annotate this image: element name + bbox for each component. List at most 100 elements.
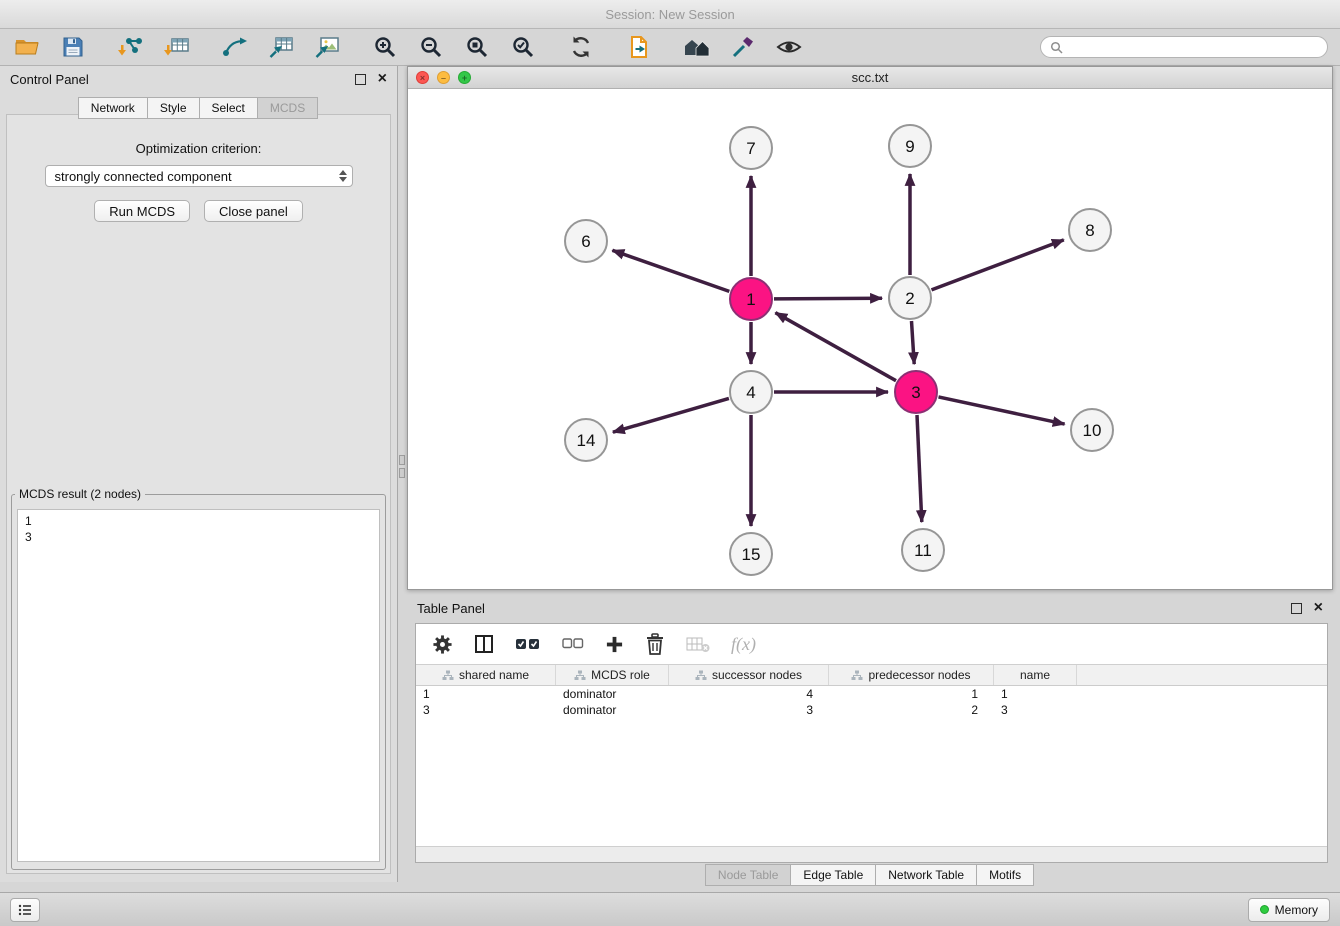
graph-node-2[interactable]: 2 xyxy=(889,277,931,319)
zoom-selected-button[interactable] xyxy=(508,33,538,61)
graph-edge-3-1[interactable] xyxy=(775,313,896,381)
graph-edge-1-2[interactable] xyxy=(774,298,882,299)
cell-shared-name: 1 xyxy=(416,687,556,701)
new-table-icon xyxy=(268,35,294,59)
table-horizontal-scrollbar[interactable] xyxy=(416,846,1327,862)
float-panel-icon[interactable] xyxy=(355,74,366,85)
close-table-panel-icon[interactable]: × xyxy=(1314,600,1323,616)
graph-node-10[interactable]: 10 xyxy=(1071,409,1113,451)
zoom-out-button[interactable] xyxy=(416,33,446,61)
graph-node-7[interactable]: 7 xyxy=(730,127,772,169)
new-network-button[interactable] xyxy=(220,33,250,61)
deselect-all-button[interactable] xyxy=(562,636,584,652)
graph-edge-2-8[interactable] xyxy=(932,240,1064,290)
graph-edge-3-11[interactable] xyxy=(917,415,922,522)
export-image-button[interactable] xyxy=(312,33,342,61)
memory-status-icon xyxy=(1260,905,1269,914)
cell-successor-nodes: 4 xyxy=(669,687,829,701)
graph-edge-1-6[interactable] xyxy=(612,250,729,291)
open-folder-icon xyxy=(14,35,40,59)
minimize-traffic-light-icon[interactable] xyxy=(437,71,450,84)
network-window-title: scc.txt xyxy=(852,70,889,85)
table-settings-button[interactable] xyxy=(432,634,453,655)
svg-text:14: 14 xyxy=(577,431,596,450)
show-columns-button[interactable] xyxy=(474,634,494,654)
save-session-button[interactable] xyxy=(58,33,88,61)
graph-node-8[interactable]: 8 xyxy=(1069,209,1111,251)
search-input[interactable] xyxy=(1069,39,1318,56)
column-header-shared-name[interactable]: shared name xyxy=(416,665,556,685)
table-panel: Table Panel × xyxy=(407,595,1333,886)
tab-style[interactable]: Style xyxy=(147,97,200,119)
show-hide-button[interactable] xyxy=(774,33,804,61)
search-field[interactable] xyxy=(1040,36,1328,58)
column-header-name[interactable]: name xyxy=(994,665,1077,685)
graph-node-14[interactable]: 14 xyxy=(565,419,607,461)
svg-text:4: 4 xyxy=(746,383,755,402)
column-header-mcds-role[interactable]: MCDS role xyxy=(556,665,669,685)
close-panel-icon[interactable]: × xyxy=(378,71,387,87)
home-button[interactable] xyxy=(682,33,712,61)
tab-network[interactable]: Network xyxy=(78,97,148,119)
graph-node-15[interactable]: 15 xyxy=(730,533,772,575)
zoom-in-button[interactable] xyxy=(370,33,400,61)
import-table-icon xyxy=(164,35,190,59)
close-traffic-light-icon[interactable] xyxy=(416,71,429,84)
graph-node-3[interactable]: 3 xyxy=(895,371,937,413)
graph-node-4[interactable]: 4 xyxy=(730,371,772,413)
graph-node-1[interactable]: 1 xyxy=(730,278,772,320)
apply-style-button[interactable] xyxy=(728,33,758,61)
column-header-successor-nodes[interactable]: successor nodes xyxy=(669,665,829,685)
network-canvas[interactable]: 7 9 6 8 1 2 4 3 14 10 15 11 xyxy=(408,89,1332,589)
network-window-titlebar[interactable]: scc.txt xyxy=(408,67,1332,89)
graph-edge-4-14[interactable] xyxy=(613,398,729,432)
mcds-result-list: 1 3 xyxy=(17,509,380,862)
open-session-button[interactable] xyxy=(12,33,42,61)
tab-motifs[interactable]: Motifs xyxy=(976,864,1034,886)
columns-icon xyxy=(474,634,494,654)
new-table-button[interactable] xyxy=(266,33,296,61)
float-table-panel-icon[interactable] xyxy=(1291,603,1302,614)
title-bar: Session: New Session xyxy=(0,0,1340,29)
copy-view-button[interactable] xyxy=(624,33,654,61)
add-column-button[interactable] xyxy=(605,635,624,654)
panel-splitter-handle[interactable] xyxy=(399,455,406,481)
import-network-button[interactable] xyxy=(116,33,146,61)
delete-column-button[interactable] xyxy=(645,633,665,655)
sort-icon xyxy=(574,670,586,681)
table-row-2[interactable]: 3 dominator 3 2 3 xyxy=(416,702,1327,718)
cell-mcds-role: dominator xyxy=(556,687,669,701)
cell-predecessor-nodes: 1 xyxy=(829,687,994,701)
svg-text:9: 9 xyxy=(905,137,914,156)
delete-table-icon xyxy=(686,635,710,653)
memory-button[interactable]: Memory xyxy=(1248,898,1330,922)
run-mcds-button[interactable]: Run MCDS xyxy=(94,200,190,222)
graph-node-9[interactable]: 9 xyxy=(889,125,931,167)
tab-edge-table[interactable]: Edge Table xyxy=(790,864,876,886)
criterion-select[interactable]: strongly connected component xyxy=(45,165,353,187)
table-row-1[interactable]: 1 dominator 4 1 1 xyxy=(416,686,1327,702)
gear-icon xyxy=(432,634,453,655)
tab-network-table[interactable]: Network Table xyxy=(875,864,977,886)
graph-node-11[interactable]: 11 xyxy=(902,529,944,571)
list-icon xyxy=(18,904,32,916)
close-panel-button[interactable]: Close panel xyxy=(204,200,303,222)
select-all-button[interactable] xyxy=(515,636,541,652)
column-header-predecessor-nodes[interactable]: predecessor nodes xyxy=(829,665,994,685)
graph-node-6[interactable]: 6 xyxy=(565,220,607,262)
svg-text:2: 2 xyxy=(905,289,914,308)
task-history-button[interactable] xyxy=(10,898,40,922)
graph-edge-2-3[interactable] xyxy=(912,321,915,364)
eye-icon xyxy=(776,37,802,57)
tab-mcds[interactable]: MCDS xyxy=(257,97,318,119)
maximize-traffic-light-icon[interactable] xyxy=(458,71,471,84)
svg-text:7: 7 xyxy=(746,139,755,158)
control-panel-tabs: Network Style Select MCDS xyxy=(0,97,397,119)
svg-text:8: 8 xyxy=(1085,221,1094,240)
tab-select[interactable]: Select xyxy=(199,97,258,119)
zoom-fit-button[interactable] xyxy=(462,33,492,61)
refresh-button[interactable] xyxy=(566,33,596,61)
import-table-button[interactable] xyxy=(162,33,192,61)
tab-node-table[interactable]: Node Table xyxy=(705,864,792,886)
graph-edge-3-10[interactable] xyxy=(939,397,1065,424)
